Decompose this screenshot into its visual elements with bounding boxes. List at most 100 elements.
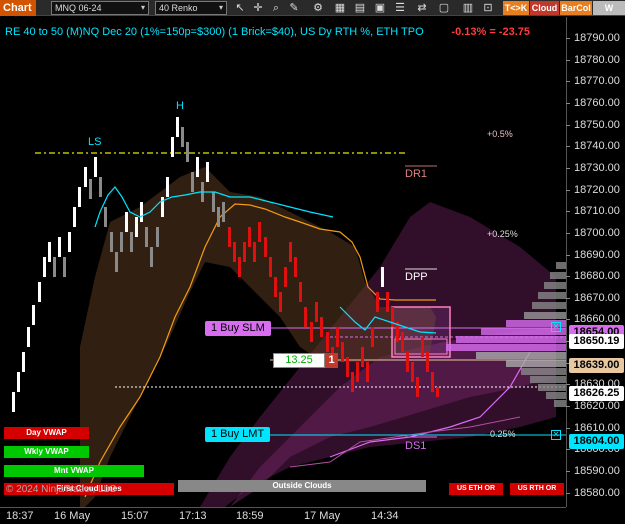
strategy-icon[interactable]: ▦: [332, 1, 348, 15]
template-icon[interactable]: ▣: [372, 1, 388, 15]
gear-icon[interactable]: ⚙: [310, 1, 326, 15]
renko-brick: [53, 257, 56, 277]
pct-05-label: +0.5%: [487, 129, 513, 139]
price-tick: 18710.00: [566, 205, 620, 218]
renko-brick: [243, 242, 246, 262]
renko-brick: [436, 387, 439, 397]
instrument-selector[interactable]: MNQ 06-24 ▾: [51, 1, 149, 15]
profile-bar: [530, 376, 566, 383]
bar-type-selector[interactable]: 40 Renko ▾: [155, 1, 227, 15]
renko-brick: [310, 322, 313, 342]
renko-brick: [326, 332, 329, 352]
close-icon[interactable]: ✕: [551, 322, 561, 332]
wvwap-toggle-button[interactable]: W VWAP: [593, 1, 625, 27]
renko-brick: [269, 257, 272, 277]
renko-brick: [315, 302, 318, 322]
position-qty[interactable]: 1: [325, 353, 338, 368]
us-eth-or-button[interactable]: US ETH OR: [449, 483, 503, 495]
renko-brick: [253, 242, 256, 262]
chevron-down-icon: ▾: [218, 3, 223, 12]
profile-bar: [546, 392, 566, 399]
renko-brick: [258, 222, 261, 242]
profile-bar: [538, 384, 566, 391]
time-tick: 18:37: [6, 510, 34, 522]
renko-brick: [320, 317, 323, 337]
renko-brick: [233, 242, 236, 262]
close-icon[interactable]: ✕: [551, 430, 561, 440]
us-rth-or-button[interactable]: US RTH OR: [510, 483, 564, 495]
renko-brick: [264, 237, 267, 257]
renko-brick: [186, 142, 189, 162]
day-vwap-button[interactable]: Day VWAP: [4, 427, 89, 439]
profile-bar: [554, 400, 566, 407]
wkly-vwap-button[interactable]: Wkly VWAP: [4, 446, 89, 458]
renko-brick: [120, 232, 123, 252]
attach-icon[interactable]: ⊡: [480, 1, 496, 15]
renko-brick: [27, 327, 30, 347]
instrument-value: MNQ 06-24: [55, 3, 102, 13]
price-axis[interactable]: 18790.00 18780.00 18770.00 18760.00 18750.00…: [566, 17, 625, 507]
time-tick: 17 May: [304, 510, 341, 522]
profile-bar: [550, 272, 566, 279]
renko-brick: [351, 372, 354, 392]
renko-brick: [140, 202, 143, 222]
price-tick: 18720.00: [566, 183, 620, 196]
renko-brick: [43, 257, 46, 277]
renko-brick: [386, 292, 389, 312]
profile-bar: [476, 352, 566, 359]
pointer-icon[interactable]: ↖: [232, 1, 248, 15]
renko-brick: [171, 137, 174, 157]
renko-brick: [73, 207, 76, 227]
renko-brick: [381, 267, 384, 287]
renko-brick: [196, 157, 199, 177]
renko-brick: [212, 192, 215, 212]
outside-clouds-button[interactable]: Outside Clouds: [178, 480, 426, 492]
price-tick: 18670.00: [566, 291, 620, 304]
draw-tool-icon[interactable]: ✎: [286, 1, 302, 15]
renko-brick: [366, 362, 369, 382]
barcol-toggle-button[interactable]: BarCol: [560, 1, 592, 15]
tk-toggle-button[interactable]: T<>K: [503, 1, 529, 15]
renko-brick: [217, 207, 220, 227]
renko-brick: [416, 377, 419, 397]
mnt-vwap-button[interactable]: Mnt VWAP: [4, 465, 144, 477]
renko-brick: [411, 362, 414, 382]
renko-brick: [279, 292, 282, 312]
copyright: © 2024 NinjaTrader, LLC: [6, 484, 117, 495]
properties-icon[interactable]: ☰: [392, 1, 408, 15]
position-pnl[interactable]: 13.25: [273, 353, 325, 368]
pct-025-label: +0.25%: [487, 229, 518, 239]
renko-brick: [431, 372, 434, 392]
renko-brick: [248, 227, 251, 247]
renko-brick: [304, 307, 307, 327]
renko-brick: [376, 292, 379, 312]
price-tick: 18730.00: [566, 161, 620, 174]
renko-brick: [289, 242, 292, 262]
data-box-icon[interactable]: ▤: [352, 1, 368, 15]
profile-bar: [521, 368, 566, 375]
time-axis[interactable]: 18:37 16 May 15:07 17:13 18:59 17 May 14:34: [0, 507, 566, 524]
chart-style-icon[interactable]: ▥: [460, 1, 476, 15]
price-tick: 18660.00: [566, 313, 620, 326]
chart-trader-icon[interactable]: ⇄: [414, 1, 430, 15]
renko-brick: [274, 277, 277, 297]
chart-tab[interactable]: Chart: [0, 0, 36, 16]
cloud-toggle-button[interactable]: Cloud: [530, 1, 559, 15]
pct-neg025-label: 0.25%: [490, 429, 516, 439]
renko-brick: [222, 202, 225, 222]
profile-bar: [544, 282, 566, 289]
price-tick: 18770.00: [566, 75, 620, 88]
price-tick: 18680.00: [566, 270, 620, 283]
price-tick: 18790.00: [566, 32, 620, 44]
renko-brick: [421, 337, 424, 357]
snapshot-icon[interactable]: ▢: [436, 1, 452, 15]
buy-slm-order[interactable]: 1 Buy SLM: [205, 321, 271, 336]
buy-lmt-order[interactable]: 1 Buy LMT: [205, 427, 271, 442]
crosshair-icon[interactable]: ✛: [250, 1, 266, 15]
renko-brick: [406, 352, 409, 372]
renko-brick: [89, 179, 92, 199]
zoom-icon[interactable]: ⌕: [268, 1, 284, 15]
renko-brick: [115, 252, 118, 272]
renko-brick: [48, 242, 51, 262]
renko-brick: [104, 207, 107, 227]
